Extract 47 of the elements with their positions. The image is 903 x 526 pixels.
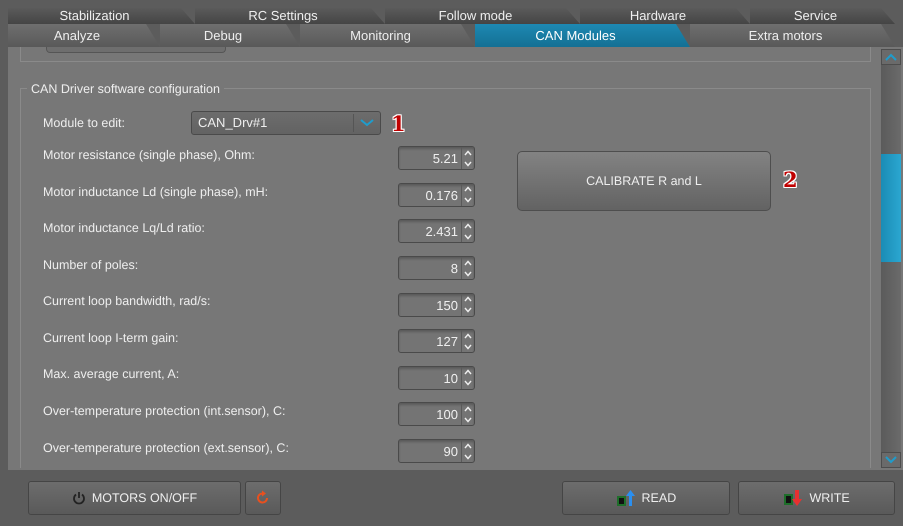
field-label: Over-temperature protection (ext.sensor), C:: [43, 440, 290, 457]
power-icon: [72, 491, 86, 505]
chevron-up-icon: [885, 53, 897, 61]
number-spinbox[interactable]: 8: [398, 256, 475, 280]
read-button[interactable]: READ: [562, 481, 730, 515]
annotation-number: 2: [783, 169, 798, 190]
tab[interactable]: RC Settings: [195, 8, 385, 24]
field-label: Number of poles:: [43, 256, 140, 274]
field-label: Max. average current, A:: [43, 366, 180, 384]
number-spinbox[interactable]: 150: [398, 292, 475, 317]
scrollbar[interactable]: [881, 49, 901, 468]
tab[interactable]: Extra motors: [690, 24, 895, 47]
field-label: Module to edit:: [43, 114, 126, 132]
tab[interactable]: Follow mode: [385, 8, 580, 24]
tab[interactable]: CAN Modules: [475, 24, 690, 47]
number-spinbox[interactable]: 0.176: [398, 182, 475, 207]
refresh-button[interactable]: [245, 481, 281, 515]
tab[interactable]: Monitoring: [300, 24, 475, 47]
field-label: Over-temperature protection (int.sensor), C:: [43, 403, 286, 420]
chevron-down-icon: [885, 456, 897, 464]
chip-download-icon: [783, 489, 804, 507]
number-spinbox[interactable]: 90: [398, 439, 475, 464]
field-label: Motor inductance Ld (single phase), mH:: [43, 184, 270, 201]
scroll-thumb[interactable]: [881, 154, 901, 262]
field-label: Motor inductance Lq/Ld ratio:: [43, 220, 206, 238]
tab[interactable]: Debug: [160, 24, 300, 47]
motors-button[interactable]: MOTORS ON/OFF: [28, 481, 242, 515]
field-label: Current loop I-term gain:: [43, 330, 180, 347]
number-spinbox[interactable]: 100: [398, 402, 475, 426]
chip-upload-icon: [616, 489, 636, 507]
tab[interactable]: Hardware: [580, 8, 750, 24]
scroll-up-button[interactable]: [881, 49, 901, 65]
number-spinbox[interactable]: 10: [398, 366, 475, 390]
field-label: Current loop bandwidth, rad/s:: [43, 293, 212, 310]
number-spinbox[interactable]: 5.21: [398, 146, 475, 170]
refresh-icon: [256, 490, 270, 506]
scroll-down-button[interactable]: [881, 452, 901, 468]
number-spinbox[interactable]: 2.431: [398, 219, 475, 244]
number-spinbox[interactable]: 127: [398, 329, 475, 354]
module-dropdown[interactable]: CAN_Drv#1: [191, 111, 381, 135]
write-button[interactable]: WRITE: [738, 481, 895, 515]
tab[interactable]: Stabilization: [8, 8, 195, 24]
tab[interactable]: Service: [750, 8, 895, 24]
field-label: Motor resistance (single phase), Ohm:: [43, 146, 256, 164]
annotation-number: 1: [391, 112, 406, 134]
tab[interactable]: Analyze: [8, 24, 160, 47]
calibrate-button[interactable]: CALIBRATE R and L: [517, 151, 771, 211]
